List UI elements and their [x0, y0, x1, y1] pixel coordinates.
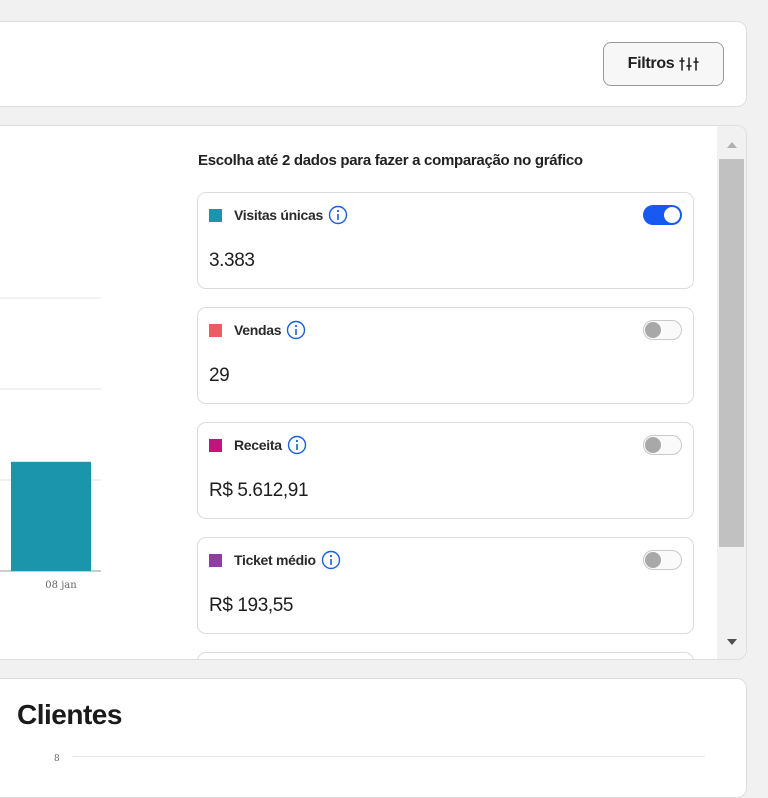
metric-color-swatch	[209, 554, 222, 567]
metric-toggle[interactable]	[643, 205, 682, 225]
metric-value: 29	[209, 365, 230, 386]
metric-card-partial[interactable]	[197, 652, 694, 659]
toggle-knob	[645, 437, 661, 453]
metric-card-unique-visits[interactable]: Visitas únicas 3.383	[197, 192, 694, 289]
toggle-knob	[645, 322, 661, 338]
panel-scrollbar[interactable]	[717, 126, 746, 659]
visits-chart: 08 jan	[0, 297, 101, 591]
filters-button[interactable]: Filtros	[603, 42, 724, 86]
info-icon[interactable]	[286, 320, 306, 340]
chart-x-tick-label: 08 jan	[45, 580, 77, 591]
clients-y-tick: 8	[54, 754, 60, 764]
clients-gridline	[73, 756, 705, 757]
scroll-down-arrow-icon[interactable]	[727, 639, 737, 645]
metric-card-sales[interactable]: Vendas 29	[197, 307, 694, 404]
metric-color-swatch	[209, 439, 222, 452]
metric-card-revenue[interactable]: Receita R$ 5.612,91	[197, 422, 694, 519]
chart-bar	[11, 461, 91, 571]
metric-label: Receita	[234, 437, 282, 453]
scroll-up-arrow-icon[interactable]	[727, 142, 737, 148]
metric-color-swatch	[209, 324, 222, 337]
info-icon[interactable]	[287, 435, 307, 455]
metric-value: 3.383	[209, 250, 255, 271]
clients-card: Clientes 8	[0, 678, 747, 798]
metric-label: Vendas	[234, 322, 282, 338]
metric-toggle[interactable]	[643, 435, 682, 455]
filters-label: Filtros	[627, 55, 675, 72]
clients-title: Clientes	[17, 699, 122, 730]
metric-value: R$ 193,55	[209, 595, 294, 616]
info-icon[interactable]	[328, 205, 348, 225]
scrollbar-thumb[interactable]	[719, 159, 744, 547]
metric-value: R$ 5.612,91	[209, 480, 309, 501]
metric-label: Visitas únicas	[234, 207, 323, 223]
metrics-panel: 08 jan Escolha até 2 dados para fazer a …	[0, 125, 747, 660]
comparison-instruction: Escolha até 2 dados para fazer a compara…	[198, 152, 583, 169]
metric-card-average-ticket[interactable]: Ticket médio R$ 193,55	[197, 537, 694, 634]
metric-label: Ticket médio	[234, 552, 316, 568]
toggle-knob	[645, 552, 661, 568]
metric-toggle[interactable]	[643, 320, 682, 340]
metric-toggle[interactable]	[643, 550, 682, 570]
toggle-knob	[664, 207, 680, 223]
sliders-icon	[679, 57, 700, 71]
filter-bar: Filtros	[0, 21, 747, 107]
info-icon[interactable]	[321, 550, 341, 570]
metric-color-swatch	[209, 209, 222, 222]
